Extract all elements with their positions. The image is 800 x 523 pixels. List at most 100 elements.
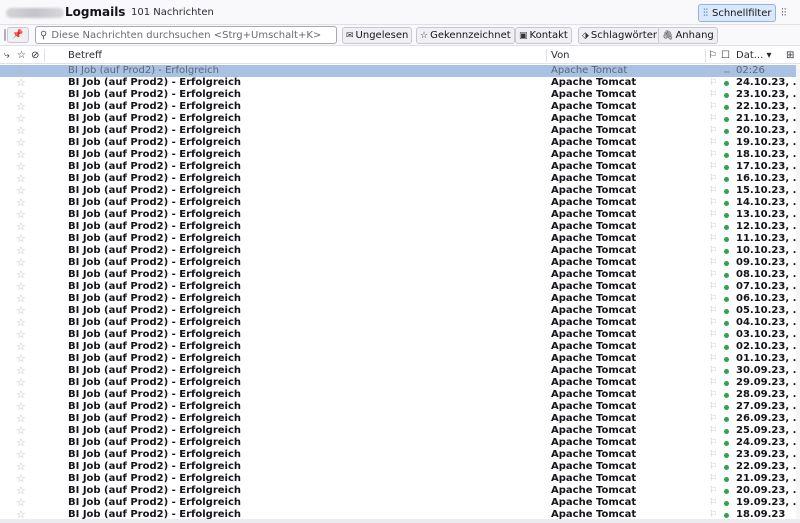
sticky-filter-button[interactable]: 📌 (4, 27, 29, 43)
message-row[interactable]: ☆ BI Job (auf Prod2) - Erfolgreich Apache … (0, 269, 800, 281)
read-status-icon[interactable] (724, 153, 729, 158)
message-row[interactable]: ☆ BI Job (auf Prod2) - Erfolgreich Apache … (0, 125, 800, 137)
junk-status-icon[interactable]: ⚐ (709, 137, 717, 149)
thread-column-icon[interactable]: ⤷ (4, 50, 10, 61)
read-status-icon[interactable] (724, 117, 729, 122)
read-status-icon[interactable] (724, 261, 729, 266)
filter-contact-button[interactable]: ▣ Kontakt (515, 27, 572, 44)
message-row[interactable]: ☆ BI Job (auf Prod2) - Erfolgreich Apache … (0, 353, 800, 365)
junk-status-icon[interactable]: ⚐ (709, 161, 717, 173)
starred-column-icon[interactable]: ☆ (17, 50, 26, 61)
message-row[interactable]: ☆ BI Job (auf Prod2) - Erfolgreich Apache … (0, 365, 800, 377)
junk-status-icon[interactable]: ⚐ (709, 293, 717, 305)
junk-status-icon[interactable]: ⚐ (709, 89, 717, 101)
read-status-icon[interactable] (724, 177, 729, 182)
read-status-icon[interactable] (724, 321, 729, 326)
junk-status-icon[interactable]: ⚐ (709, 305, 717, 317)
read-status-icon[interactable] (724, 477, 729, 482)
message-row[interactable]: ☆ BI Job (auf Prod2) - Erfolgreich Apache … (0, 65, 800, 77)
message-row[interactable]: ☆ BI Job (auf Prod2) - Erfolgreich Apache … (0, 341, 800, 353)
read-status-icon[interactable] (724, 71, 730, 73)
junk-status-icon[interactable]: ⚐ (709, 437, 717, 449)
message-row[interactable]: ☆ BI Job (auf Prod2) - Erfolgreich Apache … (0, 257, 800, 269)
junk-status-icon[interactable]: ⚐ (709, 329, 717, 341)
read-status-icon[interactable] (724, 489, 729, 494)
subject-column-header[interactable]: Betreff (68, 50, 102, 61)
message-row[interactable]: ☆ BI Job (auf Prod2) - Erfolgreich Apache … (0, 173, 800, 185)
read-status-icon[interactable] (724, 465, 729, 470)
message-row[interactable]: ☆ BI Job (auf Prod2) - Erfolgreich Apache … (0, 401, 800, 413)
junk-status-icon[interactable]: ⚐ (709, 221, 717, 233)
read-status-icon[interactable] (724, 285, 729, 290)
junk-status-icon[interactable]: ⚐ (709, 341, 717, 353)
display-options-icon[interactable]: ⫶⫶ (781, 6, 787, 20)
read-status-icon[interactable] (724, 357, 729, 362)
message-row[interactable]: ☆ BI Job (auf Prod2) - Erfolgreich Apache … (0, 185, 800, 197)
read-status-icon[interactable] (724, 105, 729, 110)
message-row[interactable]: ☆ BI Job (auf Prod2) - Erfolgreich Apache … (0, 209, 800, 221)
junk-status-icon[interactable]: ⚐ (709, 173, 717, 185)
filter-unread-button[interactable]: ✉ Ungelesen (342, 27, 413, 44)
column-picker-icon[interactable]: ⊞ (786, 50, 794, 61)
read-status-icon[interactable] (724, 333, 729, 338)
junk-status-icon[interactable]: ⚐ (709, 317, 717, 329)
message-row[interactable]: ☆ BI Job (auf Prod2) - Erfolgreich Apache … (0, 389, 800, 401)
message-row[interactable]: ☆ BI Job (auf Prod2) - Erfolgreich Apache … (0, 233, 800, 245)
junk-status-icon[interactable]: ⚐ (709, 497, 717, 509)
junk-status-icon[interactable]: ⚐ (709, 365, 717, 377)
read-status-icon[interactable] (724, 381, 729, 386)
junk-status-icon[interactable]: ⚐ (709, 269, 717, 281)
scrollbar[interactable] (796, 65, 800, 523)
quick-filter-toggle[interactable]: ⫶⫶ Schnellfilter (698, 4, 776, 22)
junk-status-icon[interactable]: ⚐ (709, 389, 717, 401)
junk-status-icon[interactable]: ⚐ (709, 197, 717, 209)
message-row[interactable]: ☆ BI Job (auf Prod2) - Erfolgreich Apache … (0, 317, 800, 329)
read-status-icon[interactable] (724, 393, 729, 398)
junk-status-icon[interactable]: ⚐ (709, 257, 717, 269)
message-row[interactable]: ☆ BI Job (auf Prod2) - Erfolgreich Apache … (0, 485, 800, 497)
message-row[interactable]: ☆ BI Job (auf Prod2) - Erfolgreich Apache … (0, 425, 800, 437)
message-row[interactable]: ☆ BI Job (auf Prod2) - Erfolgreich Apache … (0, 305, 800, 317)
filter-tags-button[interactable]: ⬗ Schlagwörter (578, 27, 661, 44)
message-row[interactable]: ☆ BI Job (auf Prod2) - Erfolgreich Apache … (0, 449, 800, 461)
message-row[interactable]: ☆ BI Job (auf Prod2) - Erfolgreich Apache … (0, 437, 800, 449)
message-row[interactable]: ☆ BI Job (auf Prod2) - Erfolgreich Apache … (0, 221, 800, 233)
message-row[interactable]: ☆ BI Job (auf Prod2) - Erfolgreich Apache … (0, 137, 800, 149)
read-status-icon[interactable] (724, 429, 729, 434)
message-row[interactable]: ☆ BI Job (auf Prod2) - Erfolgreich Apache … (0, 377, 800, 389)
junk-status-icon[interactable]: ⚐ (709, 353, 717, 365)
message-row[interactable]: ☆ BI Job (auf Prod2) - Erfolgreich Apache … (0, 497, 800, 509)
message-row[interactable]: ☆ BI Job (auf Prod2) - Erfolgreich Apache … (0, 293, 800, 305)
junk-status-icon[interactable]: ⚐ (709, 461, 717, 473)
read-status-icon[interactable] (724, 345, 729, 350)
read-status-icon[interactable] (724, 369, 729, 374)
junk-status-icon[interactable]: ⚐ (709, 281, 717, 293)
read-status-icon[interactable] (724, 249, 729, 254)
read-status-icon[interactable] (724, 405, 729, 410)
read-status-icon[interactable] (724, 513, 729, 518)
message-row[interactable]: ☆ BI Job (auf Prod2) - Erfolgreich Apache … (0, 77, 800, 89)
junk-status-icon[interactable]: ⚐ (709, 149, 717, 161)
message-row[interactable]: ☆ BI Job (auf Prod2) - Erfolgreich Apache … (0, 113, 800, 125)
from-column-header[interactable]: Von (551, 50, 570, 61)
date-column-header[interactable]: Dat... ▾ (736, 50, 772, 61)
message-row[interactable]: ☆ BI Job (auf Prod2) - Erfolgreich Apache … (0, 101, 800, 113)
filter-starred-button[interactable]: ☆ Gekennzeichnet (416, 27, 515, 44)
read-status-icon[interactable] (724, 441, 729, 446)
message-row[interactable]: ☆ BI Job (auf Prod2) - Erfolgreich Apache … (0, 161, 800, 173)
read-status-icon[interactable] (724, 93, 729, 98)
read-status-icon[interactable] (724, 417, 729, 422)
filter-attachment-button[interactable]: 🖇 Anhang (658, 27, 718, 44)
read-status-icon[interactable] (724, 225, 729, 230)
junk-status-icon[interactable]: ⚐ (709, 65, 717, 77)
read-status-icon[interactable] (724, 129, 729, 134)
read-status-icon[interactable] (724, 237, 729, 242)
junk-status-icon[interactable]: ⚐ (709, 413, 717, 425)
read-status-icon[interactable] (724, 213, 729, 218)
read-status-icon[interactable] (724, 201, 729, 206)
junk-status-icon[interactable]: ⚐ (709, 377, 717, 389)
read-status-icon[interactable] (724, 453, 729, 458)
junk-column-icon[interactable]: ⚐ (708, 50, 717, 61)
message-row[interactable]: ☆ BI Job (auf Prod2) - Erfolgreich Apache … (0, 197, 800, 209)
message-row[interactable]: ☆ BI Job (auf Prod2) - Erfolgreich Apache … (0, 461, 800, 473)
